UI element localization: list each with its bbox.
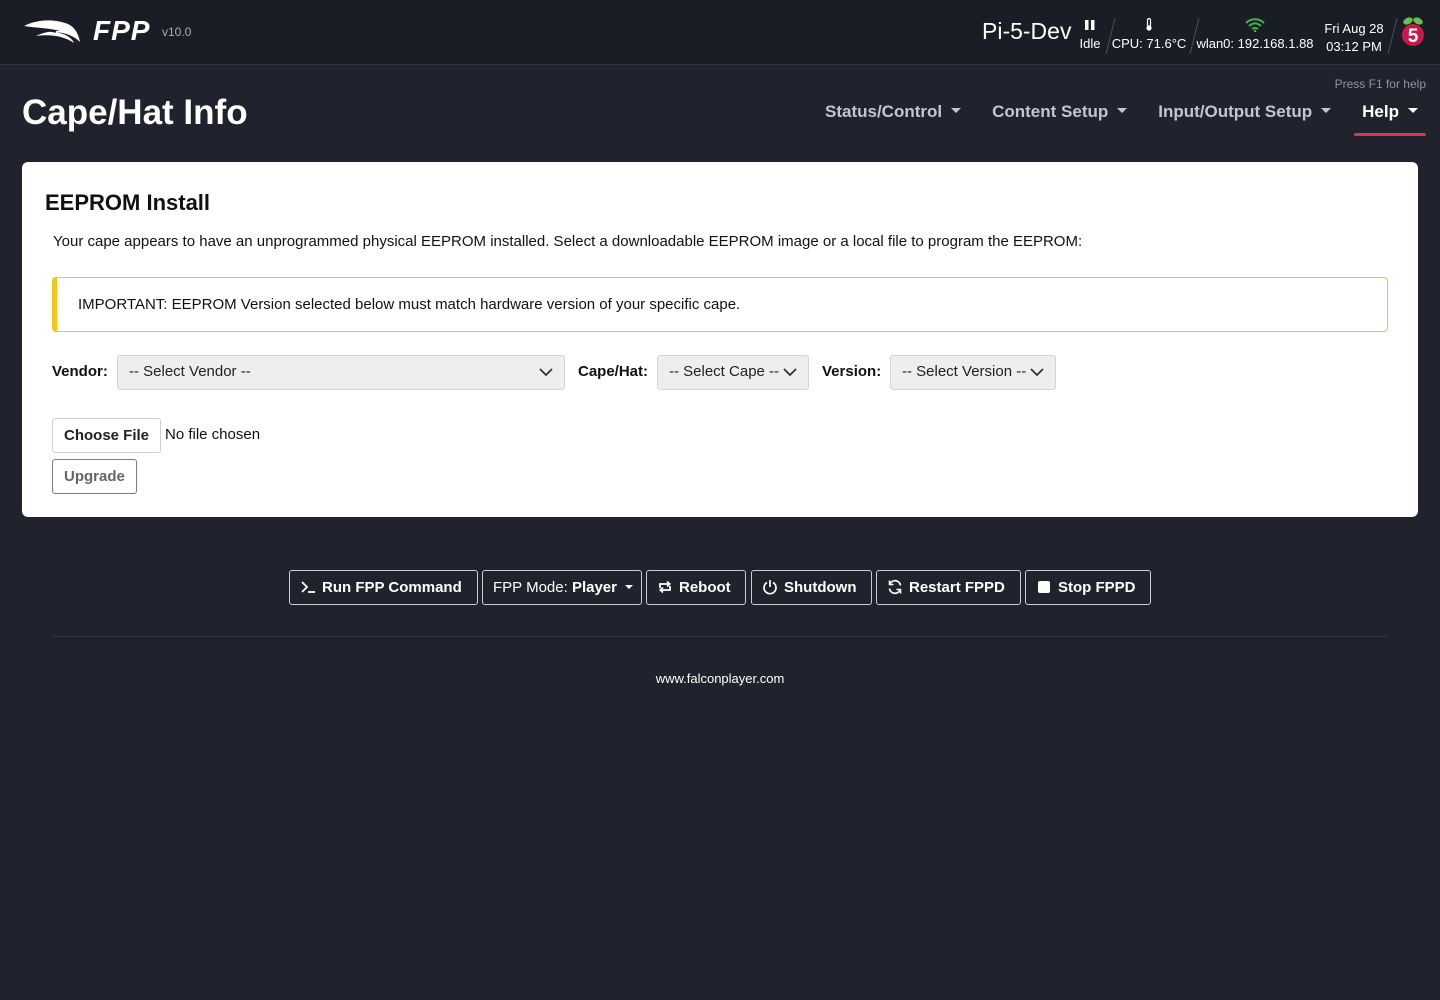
- reboot-label: Reboot: [679, 579, 731, 596]
- board-number: 5: [1408, 26, 1419, 47]
- wifi-icon: [1196, 18, 1314, 36]
- version-label: Version:: [822, 363, 882, 380]
- caret-down-icon: [1321, 108, 1332, 113]
- run-fpp-command-button[interactable]: Run FPP Command: [289, 570, 478, 605]
- vendor-select[interactable]: -- Select Vendor --: [117, 355, 565, 390]
- caret-down-icon: [951, 108, 962, 113]
- restart-fppd-label: Restart FPPD: [909, 579, 1005, 596]
- nav-label: Help: [1362, 102, 1399, 121]
- shutdown-button[interactable]: Shutdown: [751, 570, 872, 605]
- top-header: FPP v10.0 Pi-5-Dev Idle CPU: 71.6°C wlan…: [0, 0, 1440, 65]
- stop-fppd-label: Stop FPPD: [1058, 579, 1136, 596]
- falcon-logo-icon[interactable]: [22, 16, 82, 46]
- card-title: EEPROM Install: [45, 190, 211, 215]
- eeprom-install-card: EEPROM Install Your cape appears to have…: [22, 162, 1418, 517]
- reboot-button[interactable]: Reboot: [646, 570, 746, 605]
- caret-down-icon: [1117, 108, 1128, 113]
- nav-input-output-setup[interactable]: Input/Output Setup: [1150, 96, 1339, 136]
- cpu-label: CPU: 71.6°C: [1111, 36, 1187, 51]
- nav-content-setup[interactable]: Content Setup: [984, 96, 1135, 136]
- fpp-mode-dropdown[interactable]: FPP Mode: Player: [482, 570, 642, 605]
- vendor-label: Vendor:: [52, 363, 108, 380]
- cape-select[interactable]: -- Select Cape --: [657, 355, 809, 390]
- pause-icon: [1076, 18, 1104, 36]
- raspberry-pi-icon: 5: [1402, 17, 1424, 47]
- hostname: Pi-5-Dev: [982, 18, 1072, 44]
- date-time: Fri Aug 28 03:12 PM: [1320, 20, 1388, 56]
- footer-website-link[interactable]: www.falconplayer.com: [0, 671, 1440, 686]
- cpu-temperature: CPU: 71.6°C: [1110, 17, 1188, 54]
- run-fpp-command-label: Run FPP Command: [322, 579, 462, 596]
- power-icon: [763, 580, 777, 595]
- app-version: v10.0: [162, 25, 192, 39]
- chevron-down-icon: [539, 368, 553, 377]
- page-title: Cape/Hat Info: [22, 93, 248, 132]
- fpp-mode-value: Player: [571, 579, 617, 596]
- stop-fppd-button[interactable]: Stop FPPD: [1025, 570, 1151, 605]
- terminal-icon: [301, 581, 315, 593]
- current-date: Fri Aug 28: [1324, 21, 1384, 36]
- upgrade-button[interactable]: Upgrade: [52, 459, 137, 494]
- repeat-icon: [658, 580, 672, 594]
- nav-status-control[interactable]: Status/Control: [817, 96, 969, 136]
- player-status[interactable]: Idle: [1076, 18, 1104, 54]
- brand-name[interactable]: FPP: [93, 15, 150, 47]
- refresh-icon: [888, 579, 902, 595]
- network-label: wlan0: 192.168.1.88: [1196, 36, 1314, 51]
- version-select[interactable]: -- Select Version --: [890, 355, 1056, 390]
- stop-icon: [1038, 581, 1050, 593]
- thermometer-icon: [1110, 17, 1188, 36]
- chevron-down-icon: [783, 368, 797, 377]
- restart-fppd-button[interactable]: Restart FPPD: [876, 570, 1021, 605]
- fpp-mode-prefix: FPP Mode:: [493, 579, 568, 596]
- nav-help[interactable]: Help: [1354, 96, 1426, 136]
- cape-select-value: -- Select Cape --: [669, 363, 780, 380]
- nav-label: Status/Control: [824, 102, 943, 121]
- version-select-value: -- Select Version --: [902, 363, 1027, 380]
- main-nav: Status/Control Content Setup Input/Outpu…: [802, 96, 1426, 136]
- status-label: Idle: [1079, 36, 1101, 51]
- vendor-select-value: -- Select Vendor --: [129, 363, 251, 380]
- nav-label: Content Setup: [992, 102, 1109, 121]
- warning-alert: IMPORTANT: EEPROM Version selected below…: [52, 277, 1388, 332]
- nav-label: Input/Output Setup: [1158, 102, 1313, 121]
- card-description: Your cape appears to have an unprogramme…: [53, 233, 1083, 250]
- help-hint: Press F1 for help: [1334, 77, 1426, 91]
- shutdown-label: Shutdown: [784, 579, 857, 596]
- footer-divider: [52, 636, 1388, 637]
- choose-file-button[interactable]: Choose File: [52, 418, 161, 453]
- network-status[interactable]: wlan0: 192.168.1.88: [1196, 18, 1314, 54]
- header-separator: [1387, 18, 1398, 54]
- caret-down-icon: [624, 585, 633, 589]
- chevron-down-icon: [1030, 368, 1044, 377]
- current-time: 03:12 PM: [1326, 39, 1382, 54]
- file-status-text: No file chosen: [165, 426, 261, 443]
- caret-down-icon: [1408, 108, 1418, 113]
- cape-label: Cape/Hat:: [578, 363, 649, 380]
